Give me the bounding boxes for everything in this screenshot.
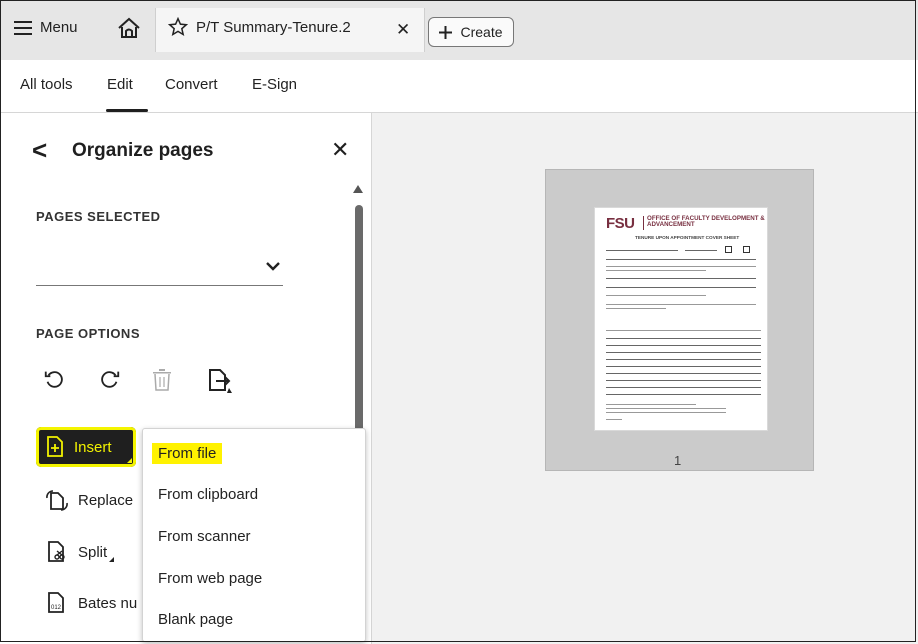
- panel-scrollbar[interactable]: [355, 205, 363, 455]
- split-label: Split: [78, 543, 108, 561]
- active-tab-indicator: [106, 109, 148, 112]
- tool-nav: All tools Edit Convert E-Sign: [0, 60, 918, 113]
- extract-icon[interactable]: [207, 368, 233, 394]
- close-icon: ✕: [396, 20, 411, 39]
- form-line: [606, 287, 756, 288]
- form-line: [606, 304, 756, 305]
- home-button[interactable]: [117, 17, 141, 39]
- insert-menu: From file From clipboard From scanner Fr…: [142, 428, 366, 642]
- tab-e-sign[interactable]: E-Sign: [252, 76, 297, 93]
- submenu-indicator-icon: [127, 458, 132, 463]
- create-button[interactable]: Create: [428, 17, 514, 47]
- checkbox: [743, 246, 750, 253]
- svg-text:012: 012: [51, 605, 62, 611]
- menu-item-from-file[interactable]: From file: [152, 443, 223, 464]
- form-line: [606, 270, 706, 271]
- form-line: [685, 250, 717, 251]
- replace-button[interactable]: Replace: [46, 489, 133, 511]
- delete-icon[interactable]: [151, 368, 173, 392]
- hamburger-icon: [14, 20, 32, 35]
- scroll-up-arrow[interactable]: [353, 185, 363, 193]
- table-line: [606, 345, 761, 346]
- split-icon: [48, 541, 65, 562]
- chevron-down-icon[interactable]: [266, 261, 280, 271]
- menu-button[interactable]: Menu: [14, 19, 78, 36]
- pages-selected-label: PAGES SELECTED: [36, 209, 161, 224]
- insert-page-icon: [47, 436, 63, 457]
- back-icon[interactable]: <: [32, 135, 47, 166]
- plus-icon: [439, 25, 453, 39]
- panel-close-icon[interactable]: ✕: [331, 137, 349, 163]
- table-line: [606, 366, 761, 367]
- bates-icon: 012: [48, 592, 64, 613]
- home-icon: [118, 17, 140, 38]
- logo-divider: [643, 216, 644, 230]
- menu-item-from-clipboard[interactable]: From clipboard: [158, 486, 258, 503]
- form-line: [606, 278, 756, 279]
- tab-convert[interactable]: Convert: [165, 76, 218, 93]
- table-line: [606, 359, 761, 360]
- form-line: [606, 259, 756, 260]
- document-tab[interactable]: P/T Summary-Tenure.2 ✕: [155, 8, 425, 52]
- form-line: [606, 412, 726, 413]
- document-tab-inner: P/T Summary-Tenure.2: [168, 17, 351, 37]
- menu-label: Menu: [40, 19, 78, 36]
- split-button[interactable]: Split: [46, 541, 115, 563]
- create-label: Create: [460, 24, 503, 40]
- pages-selected-dropdown[interactable]: [36, 285, 283, 286]
- panel-title: Organize pages: [72, 140, 214, 161]
- page-number: 1: [674, 453, 682, 468]
- rotate-left-icon[interactable]: [43, 368, 65, 390]
- insert-label: Insert: [74, 438, 112, 456]
- menu-item-from-web-page[interactable]: From web page: [158, 570, 262, 587]
- insert-button[interactable]: Insert: [36, 427, 136, 467]
- table-line: [606, 338, 761, 339]
- tab-edit[interactable]: Edit: [107, 76, 133, 93]
- form-line: [606, 295, 706, 296]
- document-page: FSU OFFICE OF FACULTY DEVELOPMENT & ADVA…: [595, 208, 767, 430]
- table-line: [606, 394, 761, 395]
- star-icon[interactable]: [168, 17, 188, 37]
- form-line: [606, 408, 726, 409]
- menu-item-from-scanner[interactable]: From scanner: [158, 528, 251, 545]
- bates-label: Bates nu: [78, 594, 138, 612]
- document-tab-title: P/T Summary-Tenure.2: [196, 18, 351, 36]
- table-line: [606, 373, 761, 374]
- table-line: [606, 380, 761, 381]
- table-line: [606, 330, 761, 331]
- form-line: [606, 419, 622, 420]
- bates-numbering-button[interactable]: 012 Bates nu: [46, 592, 137, 614]
- document-subtitle: TENURE UPON APPOINTMENT COVER SHEET: [635, 235, 740, 240]
- table-line: [606, 352, 761, 353]
- form-line: [606, 250, 678, 251]
- checkbox: [725, 246, 732, 253]
- replace-label: Replace: [78, 491, 134, 509]
- tab-all-tools[interactable]: All tools: [20, 76, 73, 93]
- submenu-indicator-icon: [109, 556, 115, 562]
- menu-item-blank-page[interactable]: Blank page: [158, 611, 233, 628]
- top-bar: Menu P/T Summary-Tenure.2 ✕ Create: [0, 0, 918, 61]
- page-options-label: PAGE OPTIONS: [36, 326, 140, 341]
- table-line: [606, 387, 761, 388]
- form-line: [606, 266, 756, 267]
- form-line: [606, 308, 666, 309]
- close-tab-button[interactable]: ✕: [396, 20, 410, 40]
- office-name: OFFICE OF FACULTY DEVELOPMENT & ADVANCEM…: [647, 215, 765, 229]
- fsu-logo: FSU: [606, 215, 635, 232]
- form-line: [606, 404, 696, 405]
- replace-icon: [46, 490, 68, 511]
- rotate-right-icon[interactable]: [99, 368, 121, 390]
